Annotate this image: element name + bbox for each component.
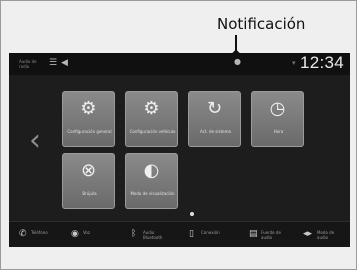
tile-label: Configuración vehículo <box>129 129 176 134</box>
tile-display-mode[interactable]: ◐ Modo de visualización <box>125 153 178 209</box>
phone-icon: ✆ <box>19 229 27 239</box>
tile-general-settings[interactable]: ⚙ Configuración general <box>62 91 115 147</box>
bottom-audio-mode[interactable]: ◂▸ Modo de audio <box>303 229 347 241</box>
volume-icon: ◀ <box>61 58 68 68</box>
infotainment-screen: Audio de radio ☰ ◀ ● ▾ 12:34 ‹ ⚙ Configu… <box>9 53 350 247</box>
smartphone-icon: ▯ <box>189 229 194 239</box>
clock: 12:34 <box>299 53 344 72</box>
clock-icon: ◷ <box>269 98 286 119</box>
bottom-audio-source[interactable]: ▤ Fuente de audio <box>249 229 291 241</box>
menu-icon: ☰ <box>49 58 58 68</box>
tile-label: Configuración general <box>67 129 112 134</box>
home-screen: ‹ ⚙ Configuración general ⚙ Configuració… <box>9 75 350 221</box>
compass-icon: ⊗ <box>80 160 97 181</box>
bottom-phone[interactable]: ✆ Teléfono <box>19 229 59 241</box>
display-mode-icon: ◐ <box>143 160 160 181</box>
signal-icon: ▾ <box>292 59 296 67</box>
audio-mode-icon: ◂▸ <box>303 229 313 239</box>
tile-system-update[interactable]: ↻ Act. de sistema <box>188 91 241 147</box>
car-settings-icon: ⚙ <box>143 98 160 119</box>
notification-icon[interactable]: ● <box>234 57 241 66</box>
voice-icon: ◉ <box>71 229 79 239</box>
tile-time[interactable]: ◷ Hora <box>251 91 304 147</box>
notification-callout-label: Notificación <box>217 15 306 33</box>
bottom-voice[interactable]: ◉ Voz <box>71 229 107 241</box>
status-bar: Audio de radio ☰ ◀ ● ▾ 12:34 <box>9 53 350 75</box>
tile-vehicle-settings[interactable]: ⚙ Configuración vehículo <box>125 91 178 147</box>
tile-label: Modo de visualización <box>130 191 175 196</box>
page-indicator <box>190 212 194 216</box>
status-source-label: Audio de radio <box>19 59 37 69</box>
bottom-connection[interactable]: ▯ Conexión <box>189 229 233 241</box>
tile-compass[interactable]: ⊗ Brújula <box>62 153 115 209</box>
manual-figure: Notificación Audio de radio ☰ ◀ ● ▾ 12:3… <box>0 0 357 270</box>
tile-label: Hora <box>273 129 284 134</box>
tile-label: Act. de sistema <box>200 129 231 134</box>
bluetooth-icon: ᛒ <box>131 229 137 239</box>
audio-source-icon: ▤ <box>249 229 258 239</box>
bottom-bluetooth[interactable]: ᛒ Audio Bluetooth <box>131 229 173 241</box>
bottom-bar: ✆ Teléfono ◉ Voz ᛒ Audio Bluetooth ▯ Con… <box>9 221 350 247</box>
refresh-icon: ↻ <box>206 98 223 119</box>
gear-icon: ⚙ <box>80 98 97 119</box>
chevron-left-icon[interactable]: ‹ <box>29 123 41 158</box>
tile-label: Brújula <box>82 191 97 196</box>
